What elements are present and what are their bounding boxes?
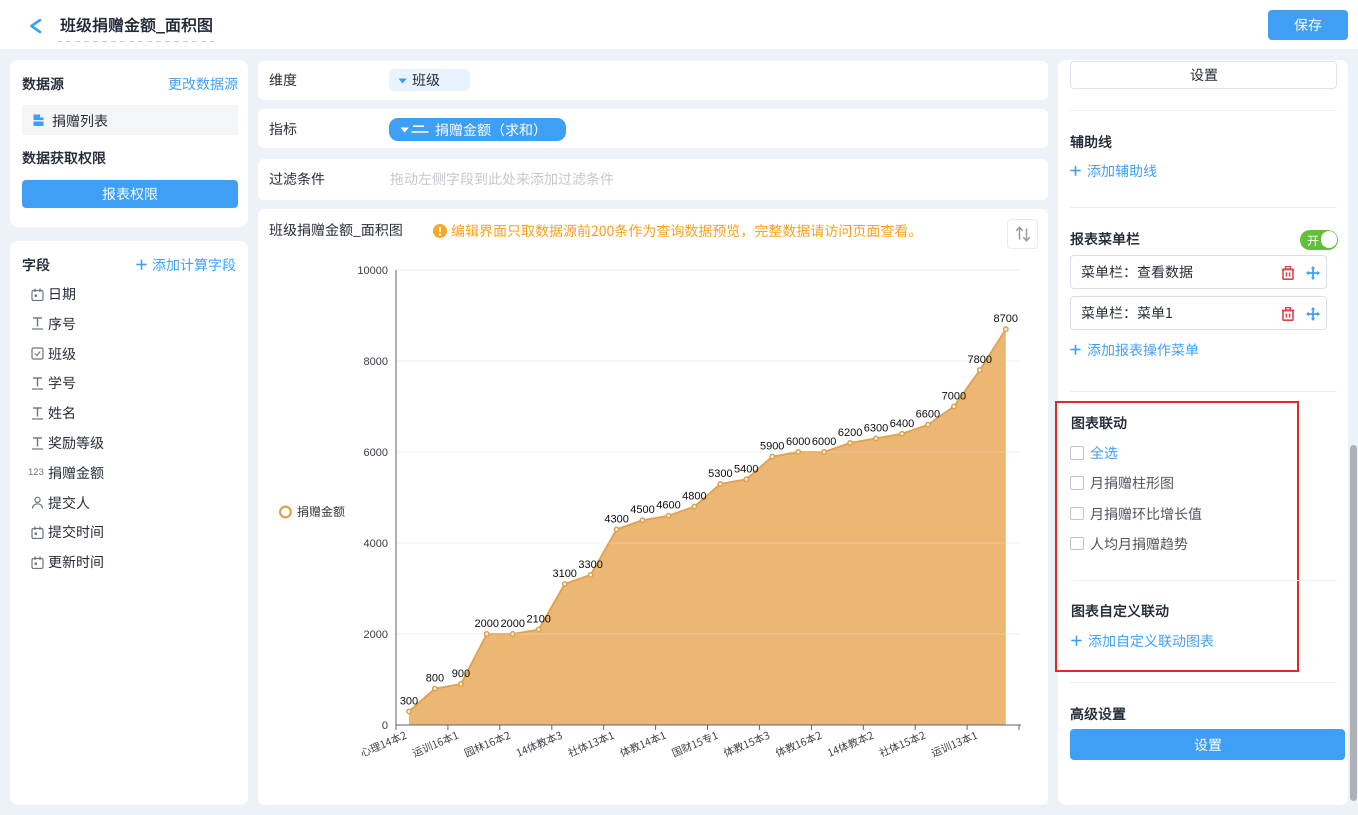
svg-text:6000: 6000 — [364, 447, 388, 459]
svg-text:6300: 6300 — [864, 422, 888, 434]
svg-text:5900: 5900 — [760, 441, 784, 453]
svg-text:7000: 7000 — [942, 391, 966, 403]
svg-text:3100: 3100 — [552, 568, 576, 580]
svg-text:6600: 6600 — [916, 409, 940, 421]
svg-text:900: 900 — [452, 668, 470, 680]
svg-text:6400: 6400 — [890, 418, 914, 430]
svg-text:4300: 4300 — [604, 513, 628, 525]
svg-text:123: 123 — [28, 467, 44, 478]
svg-text:4600: 4600 — [656, 500, 680, 512]
svg-text:300: 300 — [400, 695, 418, 707]
svg-text:5300: 5300 — [708, 468, 732, 480]
svg-text:2100: 2100 — [526, 614, 550, 626]
svg-text:4800: 4800 — [682, 491, 706, 503]
svg-text:6200: 6200 — [838, 427, 862, 439]
svg-text:10000: 10000 — [357, 265, 388, 277]
svg-text:5400: 5400 — [734, 463, 758, 475]
svg-text:6000: 6000 — [786, 436, 810, 448]
svg-text:7800: 7800 — [968, 354, 992, 366]
svg-text:8000: 8000 — [364, 356, 388, 368]
svg-text:6000: 6000 — [812, 436, 836, 448]
svg-text:2000: 2000 — [501, 618, 525, 630]
svg-text:0: 0 — [382, 720, 388, 732]
svg-text:2000: 2000 — [364, 629, 388, 641]
svg-text:2000: 2000 — [475, 618, 499, 630]
svg-text:8700: 8700 — [994, 313, 1018, 325]
svg-text:4000: 4000 — [364, 538, 388, 550]
svg-text:800: 800 — [426, 673, 444, 685]
svg-text:3300: 3300 — [578, 559, 602, 571]
svg-text:4500: 4500 — [630, 504, 654, 516]
